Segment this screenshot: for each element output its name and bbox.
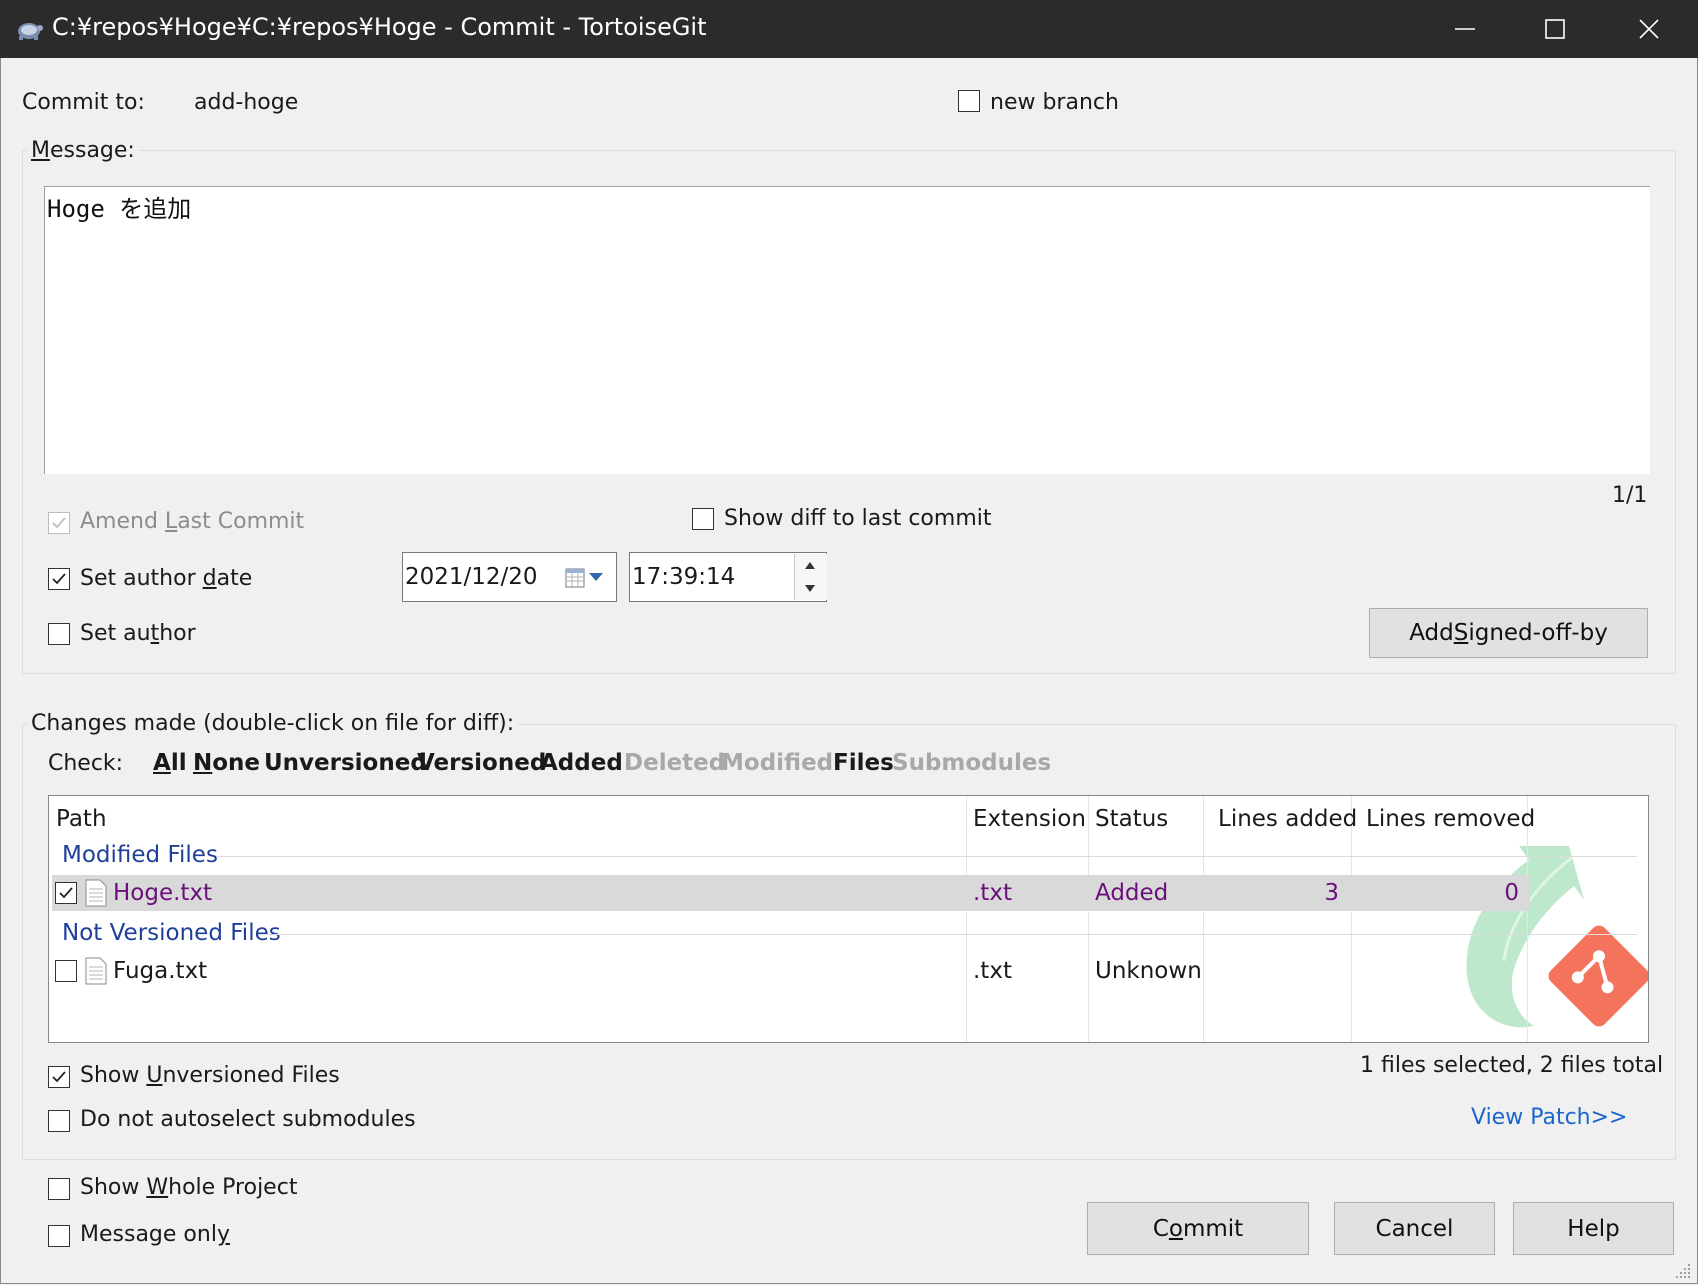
column-header-extension[interactable]: Extension	[973, 806, 1086, 832]
changes-group-label: Changes made (double-click on file for d…	[27, 711, 519, 736]
maximize-button[interactable]	[1510, 0, 1600, 58]
window-title: C:¥repos¥Hoge¥C:¥repos¥Hoge - Commit - T…	[52, 13, 707, 41]
add-signed-off-by-button[interactable]: Add Signed-off-by	[1369, 608, 1648, 658]
minimize-icon	[1455, 28, 1475, 30]
column-header-lines-removed[interactable]: Lines removed	[1366, 806, 1535, 832]
check-files-link[interactable]: Files	[833, 750, 894, 776]
calendar-icon	[565, 568, 585, 588]
check-label: Check:	[48, 751, 124, 776]
show-diff-checkbox[interactable]	[692, 508, 714, 530]
set-author-checkbox[interactable]	[48, 623, 70, 645]
group-header-modified[interactable]: Modified Files	[62, 842, 218, 868]
row-path: Fuga.txt	[113, 958, 208, 984]
row-lines-removed: 0	[1504, 880, 1519, 906]
time-spin-up[interactable]	[794, 554, 827, 578]
column-separator	[1203, 796, 1204, 1042]
column-separator	[1527, 796, 1528, 1042]
column-separator	[1088, 796, 1089, 1042]
checkmark-icon	[52, 573, 66, 585]
show-whole-project-checkbox[interactable]	[48, 1178, 70, 1200]
arrow-up-icon	[805, 562, 815, 569]
set-author-date-checkbox[interactable]	[48, 568, 70, 590]
show-whole-project-label[interactable]: Show Whole Project	[80, 1175, 297, 1200]
column-separator	[1351, 796, 1352, 1042]
row-path: Hoge.txt	[113, 880, 213, 906]
close-button[interactable]	[1604, 0, 1694, 58]
row-status: Unknown	[1095, 958, 1202, 984]
row-extension: .txt	[973, 958, 1012, 984]
title-bar: C:¥repos¥Hoge¥C:¥repos¥Hoge - Commit - T…	[0, 0, 1698, 58]
changes-list[interactable]: Path Extension Status Lines added Lines …	[48, 795, 1649, 1043]
group-divider	[217, 856, 1637, 857]
column-header-path[interactable]: Path	[56, 806, 107, 832]
set-author-label[interactable]: Set author	[80, 621, 196, 646]
message-group-label: Message:	[27, 138, 139, 163]
chevron-down-icon	[589, 573, 603, 581]
group-header-not-versioned[interactable]: Not Versioned Files	[62, 920, 281, 946]
show-unversioned-label[interactable]: Show Unversioned Files	[80, 1063, 340, 1088]
row-checkbox-fuga[interactable]	[55, 960, 77, 982]
message-text: Hoge を追加	[47, 195, 192, 223]
check-submodules-link: Submodules	[892, 750, 1052, 776]
author-time-value: 17:39:14	[632, 564, 736, 590]
set-author-date-label[interactable]: Set author date	[80, 566, 252, 591]
author-date-picker[interactable]: 2021/12/20	[402, 552, 617, 602]
cancel-button[interactable]: Cancel	[1334, 1202, 1495, 1255]
check-versioned-link[interactable]: Versioned	[417, 750, 546, 776]
check-deleted-link: Deleted	[624, 750, 726, 776]
checkmark-icon	[59, 887, 73, 899]
selection-summary: 1 files selected, 2 files total	[1360, 1053, 1664, 1078]
branch-name: add-hoge	[194, 90, 299, 115]
minimize-button[interactable]	[1420, 0, 1510, 58]
row-checkbox-hoge[interactable]	[55, 882, 77, 904]
show-diff-label[interactable]: Show diff to last commit	[724, 506, 992, 531]
row-extension: .txt	[973, 880, 1012, 906]
new-branch-label[interactable]: new branch	[990, 90, 1119, 115]
row-status: Added	[1095, 880, 1169, 906]
check-all-link[interactable]: All	[153, 750, 187, 776]
group-divider	[267, 934, 1637, 935]
resize-grip-icon[interactable]	[1674, 1262, 1692, 1280]
show-unversioned-checkbox[interactable]	[48, 1066, 70, 1088]
message-only-label[interactable]: Message only	[80, 1222, 230, 1247]
close-icon	[1639, 19, 1659, 39]
time-spin-down[interactable]	[794, 577, 827, 600]
column-header-status[interactable]: Status	[1095, 806, 1168, 832]
maximize-icon	[1545, 19, 1565, 39]
text-file-icon	[85, 957, 107, 985]
checkmark-icon	[52, 1071, 66, 1083]
tortoisegit-logo-watermark	[1466, 846, 1648, 1028]
message-only-checkbox[interactable]	[48, 1225, 70, 1247]
author-time-input[interactable]: 17:39:14	[629, 552, 827, 602]
checkmark-icon	[52, 517, 66, 529]
tortoisegit-icon	[18, 23, 43, 40]
check-unversioned-link[interactable]: Unversioned	[264, 750, 427, 776]
no-autoselect-label[interactable]: Do not autoselect submodules	[80, 1107, 416, 1132]
commit-button[interactable]: Co mmit	[1087, 1202, 1309, 1255]
check-added-link[interactable]: Added	[540, 750, 623, 776]
text-file-icon	[85, 879, 107, 907]
column-separator	[966, 796, 967, 1042]
new-branch-checkbox[interactable]	[958, 90, 980, 112]
column-header-lines-added[interactable]: Lines added	[1218, 806, 1357, 832]
author-date-value: 2021/12/20	[405, 564, 538, 590]
commit-to-label: Commit to:	[22, 90, 145, 115]
check-none-link[interactable]: None	[193, 750, 260, 776]
no-autoselect-checkbox[interactable]	[48, 1110, 70, 1132]
view-patch-link[interactable]: View Patch>>	[1471, 1105, 1628, 1130]
message-position: 1/1	[1612, 483, 1648, 508]
message-editor[interactable]: Hoge を追加	[44, 186, 1650, 474]
arrow-down-icon	[805, 585, 815, 592]
help-button[interactable]: Help	[1513, 1202, 1674, 1255]
amend-label[interactable]: Amend Last Commit	[80, 509, 304, 534]
check-modified-link: Modified	[721, 750, 834, 776]
amend-checkbox[interactable]	[48, 512, 70, 534]
row-lines-added: 3	[1324, 880, 1339, 906]
